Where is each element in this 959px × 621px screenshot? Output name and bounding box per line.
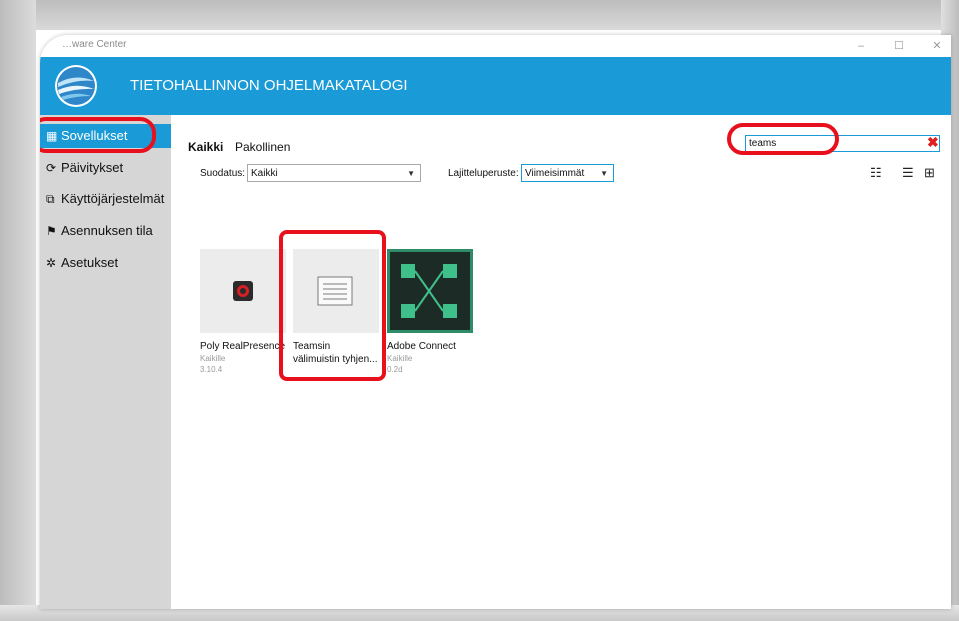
chevron-down-icon: ▼ — [407, 169, 415, 178]
sort-dropdown[interactable]: Viimeisimmät ▼ — [521, 164, 614, 182]
annotation-circle-search — [727, 123, 839, 155]
sort-label: Lajitteluperuste: — [448, 168, 519, 179]
background-frame-left — [0, 0, 36, 621]
software-center-window: …ware Center – ☐ ✕ TIETOHALLINNON OHJELM… — [40, 35, 951, 609]
filter-value: Kaikki — [251, 168, 278, 179]
filter-dropdown[interactable]: Kaikki ▼ — [247, 164, 421, 182]
annotation-box-tile — [279, 230, 386, 381]
sidebar-item-label: Käyttöjärjestelmät — [61, 191, 165, 206]
banner-title: TIETOHALLINNON OHJELMAKATALOGI — [130, 77, 408, 94]
clear-search-icon[interactable]: ✖ — [927, 134, 939, 151]
refresh-icon: ⟳ — [46, 161, 57, 175]
app-tile-poly-realpresence[interactable] — [200, 249, 286, 333]
chevron-down-icon: ▼ — [600, 169, 608, 178]
app-name[interactable]: Adobe Connect — [387, 341, 479, 352]
app-publisher: Kaikille — [200, 354, 226, 363]
sidebar-item-asetukset[interactable]: ✲ Asetukset — [40, 251, 171, 275]
tab-kaikki[interactable]: Kaikki — [188, 140, 223, 154]
organization-logo — [55, 65, 97, 107]
app-version: 0.2d — [387, 365, 403, 374]
filter-label: Suodatus: — [200, 168, 246, 179]
sidebar-item-kayttojarjestelmat[interactable]: ⧉ Käyttöjärjestelmät — [40, 187, 171, 211]
tab-pakollinen[interactable]: Pakollinen — [235, 140, 290, 154]
sidebar-item-label: Asennuksen tila — [61, 223, 153, 238]
app-version: 3.10.4 — [200, 365, 223, 374]
minimize-button[interactable]: – — [845, 37, 877, 55]
flag-icon: ⚑ — [46, 224, 57, 238]
sidebar: ▦ Sovellukset ⟳ Päivitykset ⧉ Käyttöjärj… — [40, 115, 171, 609]
adobe-connect-icon — [390, 252, 470, 330]
list-view-icon[interactable]: ☰ — [902, 165, 914, 181]
window-title: …ware Center — [62, 39, 127, 50]
app-tile-adobe-connect[interactable] — [387, 249, 473, 333]
header-banner: TIETOHALLINNON OHJELMAKATALOGI — [40, 57, 951, 115]
maximize-button[interactable]: ☐ — [883, 37, 915, 55]
gear-icon: ✲ — [46, 256, 57, 270]
sidebar-item-label: Päivitykset — [61, 160, 124, 175]
sidebar-item-asennuksen-tila[interactable]: ⚑ Asennuksen tila — [40, 219, 171, 243]
os-window-icon: ⧉ — [46, 192, 55, 206]
checklist-view-icon[interactable]: ☷ — [870, 165, 882, 181]
tile-view-icon[interactable]: ⊞ — [924, 165, 935, 181]
close-button[interactable]: ✕ — [921, 37, 951, 55]
annotation-circle-sidebar — [40, 117, 156, 153]
app-publisher: Kaikille — [387, 354, 413, 363]
poly-app-icon — [233, 281, 253, 301]
sidebar-item-label: Asetukset — [61, 255, 119, 270]
title-bar: …ware Center – ☐ ✕ — [40, 35, 951, 57]
sort-value: Viimeisimmät — [525, 168, 585, 179]
sidebar-item-paivitykset[interactable]: ⟳ Päivitykset — [40, 156, 171, 180]
background-frame-top — [0, 0, 959, 30]
